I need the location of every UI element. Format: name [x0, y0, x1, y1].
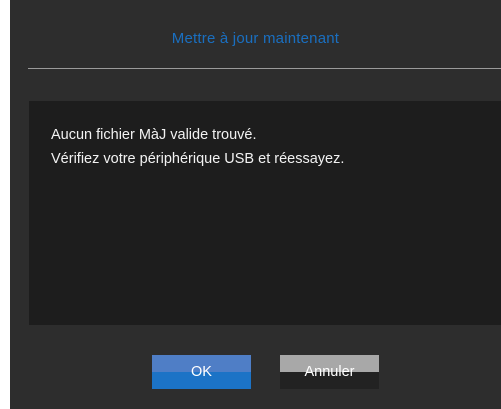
message-panel: Aucun fichier MàJ valide trouvé. Vérifie… — [29, 101, 501, 325]
cancel-button-label: Annuler — [304, 364, 355, 380]
message-line-2: Vérifiez votre périphérique USB et réess… — [51, 151, 345, 167]
title-divider — [28, 68, 501, 69]
dialog-title: Mettre à jour maintenant — [171, 30, 340, 47]
message-line-1: Aucun fichier MàJ valide trouvé. — [51, 127, 257, 143]
update-dialog: Mettre à jour maintenant Aucun fichier M… — [10, 0, 501, 409]
ok-button-label: OK — [191, 364, 212, 380]
cancel-button[interactable]: Annuler — [280, 355, 379, 389]
ok-button[interactable]: OK — [152, 355, 251, 389]
